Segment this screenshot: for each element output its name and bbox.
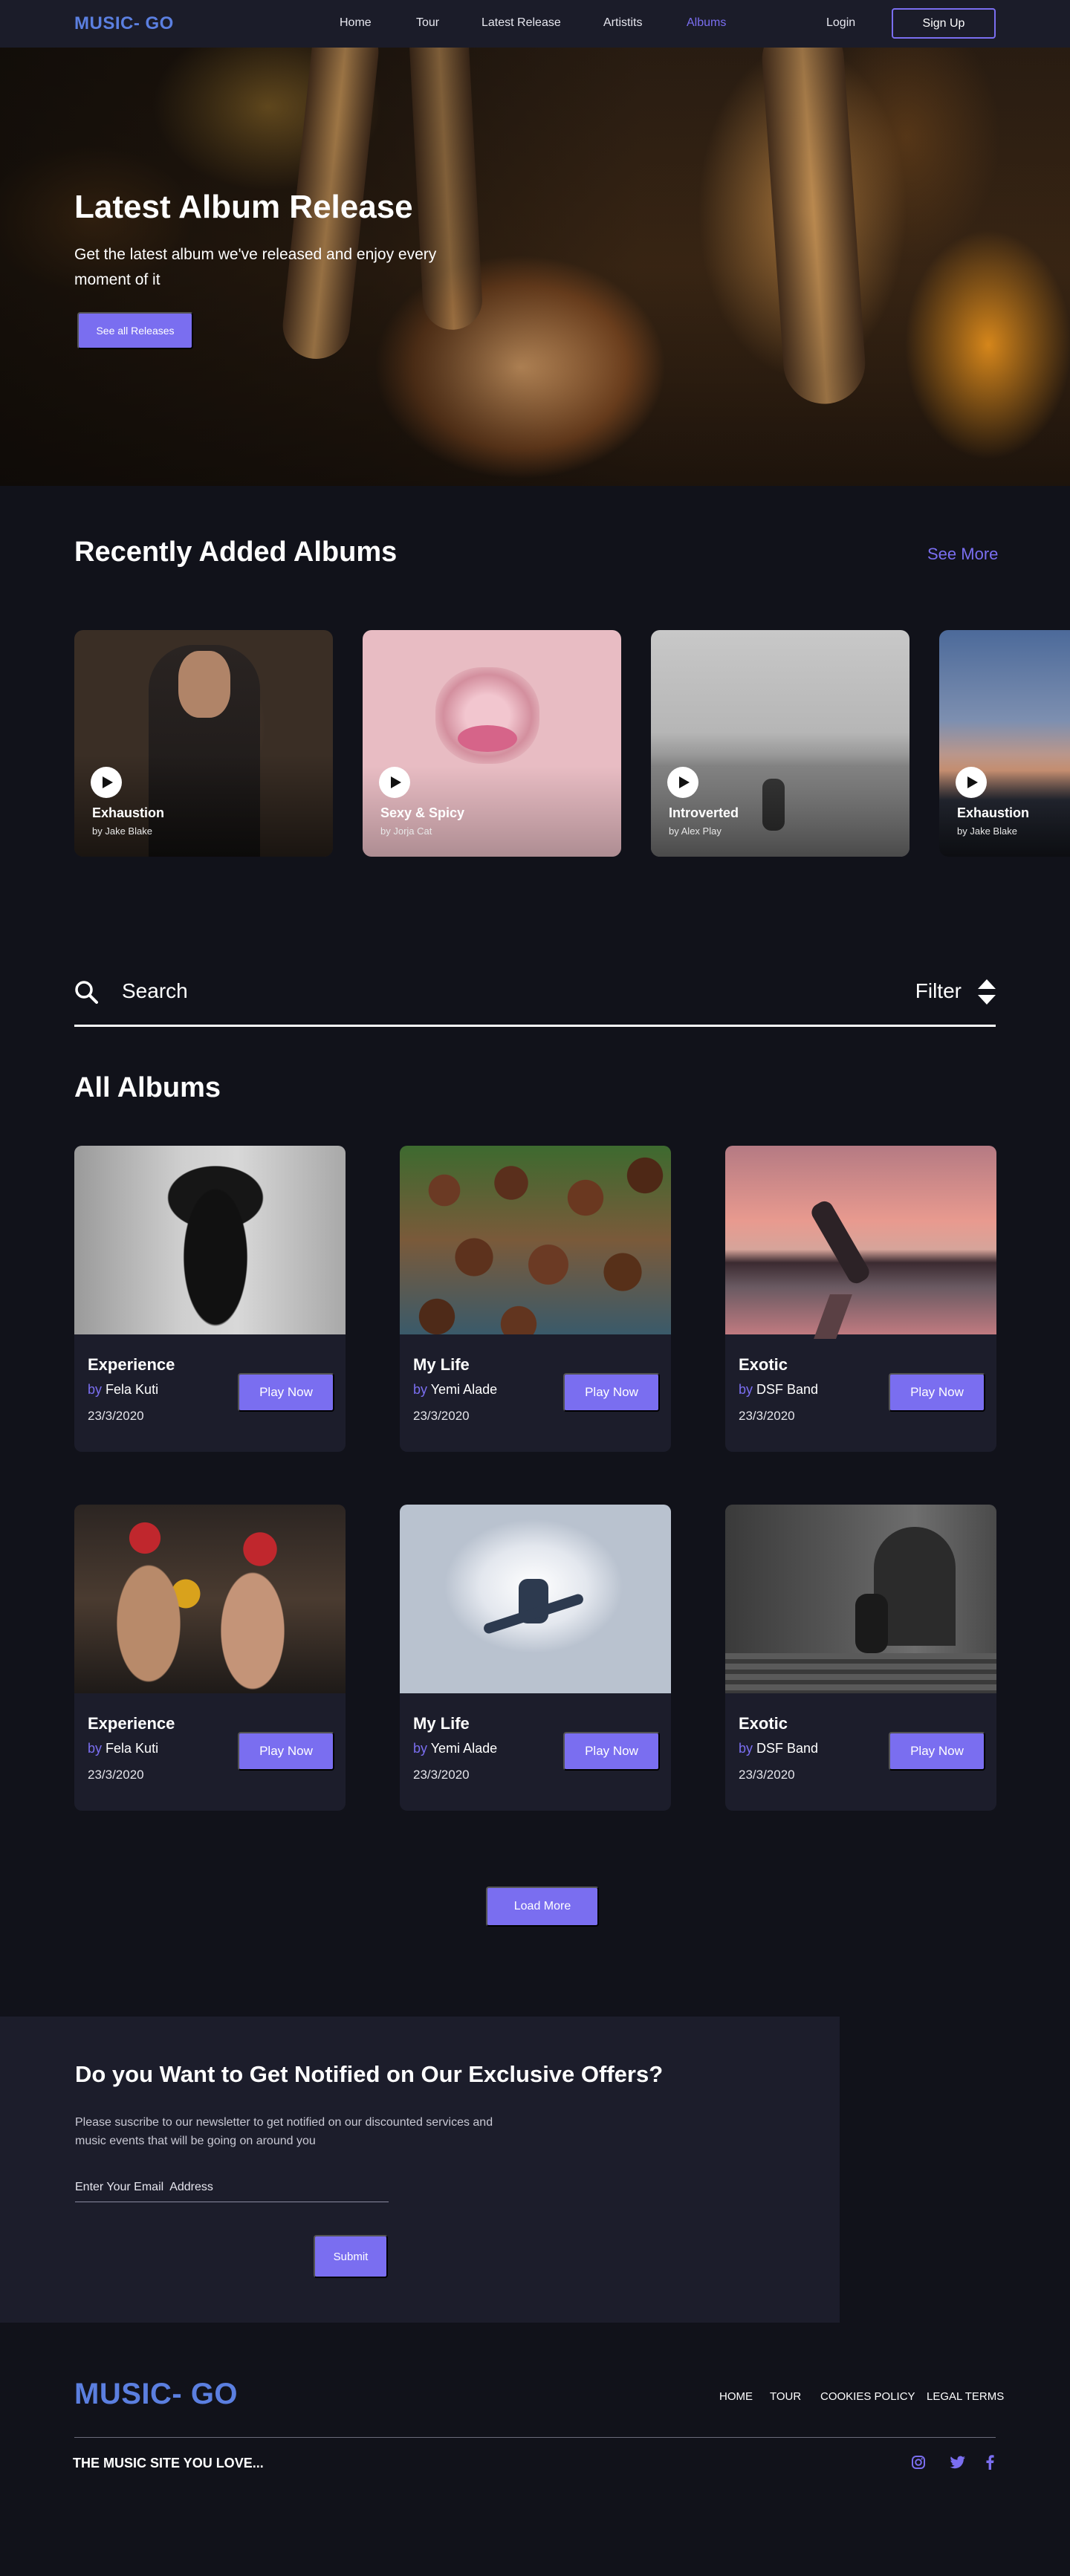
album-card[interactable]: Exotic by DSF Band 23/3/2020 Play Now	[725, 1505, 996, 1811]
album-card[interactable]: My Life by Yemi Alade 23/3/2020 Play Now	[400, 1505, 671, 1811]
top-nav: MUSIC- GO Home Tour Latest Release Artis…	[0, 0, 1070, 48]
album-cover-art	[74, 1146, 346, 1334]
recent-album-title: Introverted	[669, 805, 739, 820]
play-now-button[interactable]: Play Now	[889, 1732, 985, 1771]
play-now-button[interactable]: Play Now	[238, 1732, 334, 1771]
album-date: 23/3/2020	[413, 1768, 470, 1782]
album-artist: by Yemi Alade	[413, 1382, 498, 1397]
submit-button[interactable]: Submit	[314, 2235, 388, 2278]
album-artist: by DSF Band	[739, 1741, 819, 1756]
album-title: Exotic	[739, 1355, 788, 1374]
newsletter-description: Please suscribe to our newsletter to get…	[75, 2116, 493, 2147]
hero-title: Latest Album Release	[74, 189, 413, 225]
recent-album-card[interactable]: Sexy & Spicy by Jorja Cat	[363, 630, 621, 857]
recent-album-artist: by Jorja Cat	[380, 825, 432, 837]
album-artist: by Fela Kuti	[88, 1382, 159, 1397]
footer-link-home[interactable]: HOME	[719, 2390, 753, 2403]
facebook-icon[interactable]	[985, 2455, 1002, 2471]
album-artist: by Fela Kuti	[88, 1741, 159, 1756]
album-card[interactable]: Experience by Fela Kuti 23/3/2020 Play N…	[74, 1505, 346, 1811]
recent-albums-title: Recently Added Albums	[74, 536, 398, 568]
album-title: My Life	[413, 1355, 470, 1374]
see-all-releases-button[interactable]: See all Releases	[77, 312, 193, 349]
nav-link-latest-release[interactable]: Latest Release	[482, 16, 561, 30]
play-icon[interactable]	[379, 767, 410, 798]
filter-label[interactable]: Filter	[915, 979, 962, 1003]
play-now-button[interactable]: Play Now	[238, 1373, 334, 1412]
search-bar: Filter	[74, 973, 996, 1027]
play-icon[interactable]	[956, 767, 987, 798]
search-icon[interactable]	[74, 980, 98, 1008]
album-artist: by Yemi Alade	[413, 1741, 498, 1756]
album-cover-art	[725, 1146, 996, 1339]
recent-album-artist: by Alex Play	[669, 825, 722, 837]
instagram-icon[interactable]	[911, 2455, 927, 2471]
play-icon[interactable]	[667, 767, 698, 798]
recent-album-card[interactable]: Exhaustion by Jake Blake	[74, 630, 333, 857]
recent-album-card[interactable]: Introverted by Alex Play	[651, 630, 910, 857]
album-date: 23/3/2020	[88, 1409, 144, 1423]
recent-album-artist: by Jake Blake	[92, 825, 152, 837]
album-artist: by DSF Band	[739, 1382, 819, 1397]
album-title: Experience	[88, 1714, 175, 1733]
album-title: Exotic	[739, 1714, 788, 1733]
newsletter-section: Do you Want to Get Notified on Our Exclu…	[0, 2017, 840, 2323]
nav-link-albums[interactable]: Albums	[687, 16, 726, 30]
album-cover-art	[400, 1505, 671, 1693]
search-input[interactable]	[122, 976, 642, 1006]
sort-icon[interactable]	[978, 979, 996, 1008]
logo[interactable]: MUSIC- GO	[74, 13, 174, 34]
album-card[interactable]: My Life by Yemi Alade 23/3/2020 Play Now	[400, 1146, 671, 1452]
newsletter-title: Do you Want to Get Notified on Our Exclu…	[75, 2061, 664, 2087]
recent-album-title: Exhaustion	[957, 805, 1030, 820]
album-title: Experience	[88, 1355, 175, 1374]
album-card[interactable]: Exotic by DSF Band 23/3/2020 Play Now	[725, 1146, 996, 1452]
play-icon[interactable]	[91, 767, 122, 798]
album-cover-art	[74, 1505, 346, 1693]
album-cover-art	[725, 1505, 996, 1693]
play-now-button[interactable]: Play Now	[889, 1373, 985, 1412]
footer-link-cookies-policy[interactable]: COOKIES POLICY	[820, 2390, 915, 2403]
nav-link-tour[interactable]: Tour	[416, 16, 439, 30]
all-albums-title: All Albums	[74, 1072, 221, 1103]
album-date: 23/3/2020	[739, 1768, 795, 1782]
footer-link-tour[interactable]: TOUR	[770, 2390, 801, 2403]
nav-link-artists[interactable]: Artistits	[603, 16, 642, 30]
hero-subtitle: Get the latest album we've released and …	[74, 246, 437, 288]
play-now-button[interactable]: Play Now	[563, 1373, 660, 1412]
album-date: 23/3/2020	[413, 1409, 470, 1423]
album-date: 23/3/2020	[88, 1768, 144, 1782]
recent-album-artist: by Jake Blake	[957, 825, 1017, 837]
see-more-link[interactable]: See More	[927, 545, 998, 564]
load-more-button[interactable]: Load More	[486, 1886, 599, 1927]
nav-link-home[interactable]: Home	[340, 16, 372, 30]
footer-divider	[74, 2437, 996, 2438]
album-cover-art	[400, 1146, 671, 1334]
footer-logo[interactable]: MUSIC- GO	[74, 2378, 238, 2411]
footer-tagline: THE MUSIC SITE YOU LOVE...	[73, 2456, 264, 2470]
hero-photo-arm	[759, 48, 869, 407]
recent-album-title: Exhaustion	[92, 805, 165, 820]
hero-banner: Latest Album Release Get the latest albu…	[0, 48, 1070, 486]
album-title: My Life	[413, 1714, 470, 1733]
recent-album-title: Sexy & Spicy	[380, 805, 465, 820]
login-link[interactable]: Login	[826, 16, 855, 30]
play-now-button[interactable]: Play Now	[563, 1732, 660, 1771]
email-field[interactable]	[75, 2173, 389, 2202]
recent-album-card[interactable]: Exhaustion by Jake Blake	[939, 630, 1070, 857]
footer-link-legal-terms[interactable]: LEGAL TERMS	[927, 2390, 1004, 2403]
twitter-icon[interactable]	[950, 2455, 966, 2471]
album-card[interactable]: Experience by Fela Kuti 23/3/2020 Play N…	[74, 1146, 346, 1452]
signup-button[interactable]: Sign Up	[892, 8, 996, 39]
album-date: 23/3/2020	[739, 1409, 795, 1423]
